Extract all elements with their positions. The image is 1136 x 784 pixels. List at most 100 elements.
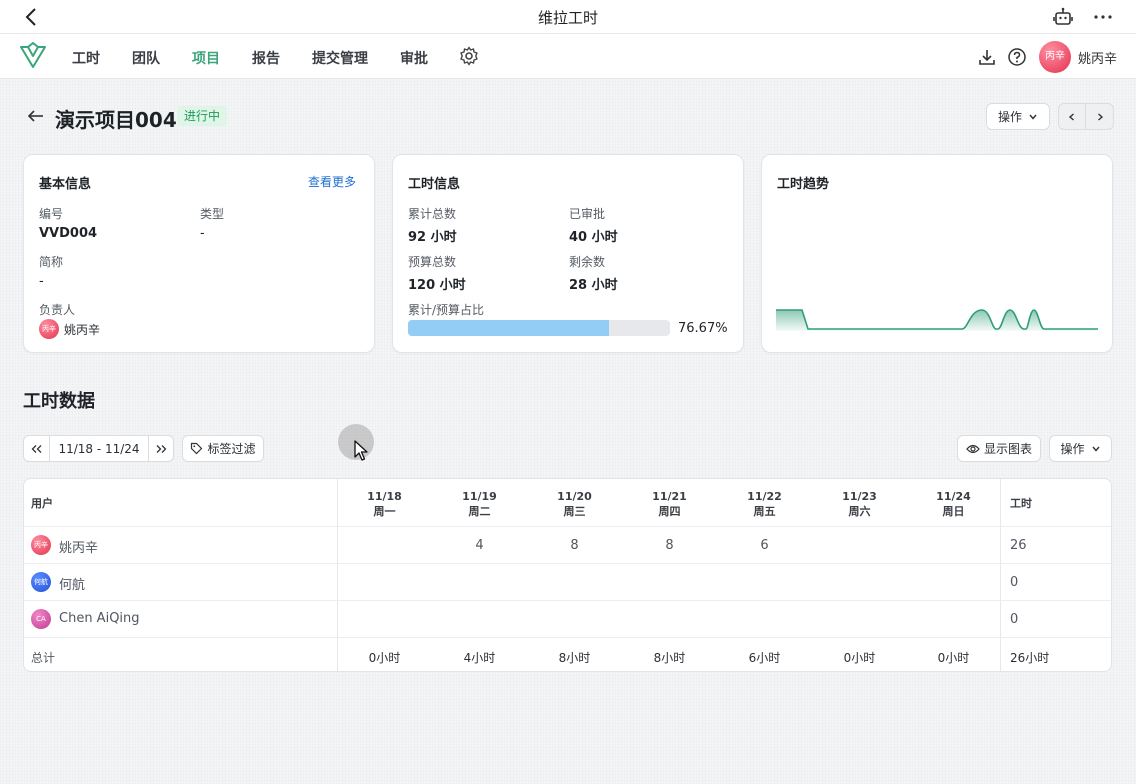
status-badge: 进行中 xyxy=(177,106,228,126)
avatar: 何航 xyxy=(31,572,51,592)
trend-card: 工时趋势 xyxy=(761,154,1113,353)
user-avatar[interactable]: 丙辛 xyxy=(1039,41,1071,73)
settings-gear-icon[interactable] xyxy=(459,46,479,66)
day-header-sat[interactable]: 11/23 周六 xyxy=(812,489,907,519)
next-project-button[interactable] xyxy=(1086,104,1113,129)
nav-item-submissions[interactable]: 提交管理 xyxy=(312,48,368,68)
day-total: 4小时 xyxy=(463,651,496,665)
day-header-sun[interactable]: 11/24 周日 xyxy=(907,489,1000,519)
totals-label: 总计 xyxy=(31,651,56,665)
nav-item-projects[interactable]: 项目 xyxy=(192,48,220,68)
project-title: 演示项目004 xyxy=(55,108,177,132)
nav-item-team[interactable]: 团队 xyxy=(132,48,160,68)
day-total: 0小时 xyxy=(843,651,876,665)
approved-hours-label: 已审批 xyxy=(569,207,606,221)
budget-progress-fill xyxy=(408,320,609,336)
tag-icon xyxy=(191,442,203,455)
hours-cell[interactable]: 8 xyxy=(622,538,717,553)
next-week-button[interactable] xyxy=(148,436,173,461)
hours-cell[interactable]: 8 xyxy=(527,538,622,553)
nav-item-reports[interactable]: 报告 xyxy=(252,48,280,68)
code-value: VVD004 xyxy=(39,226,98,241)
day-date: 11/21 xyxy=(652,490,687,503)
logo-icon[interactable] xyxy=(19,42,47,70)
user-name[interactable]: 姚丙辛 xyxy=(1078,48,1117,67)
avatar: CA xyxy=(31,609,51,629)
day-weekday: 周日 xyxy=(942,505,965,518)
app-title: 维拉工时 xyxy=(537,9,598,27)
more-icon[interactable] xyxy=(1092,6,1114,28)
day-date: 11/18 xyxy=(367,490,402,503)
ratio-label: 累计/预算占比 xyxy=(408,303,485,317)
row-total: 0 xyxy=(1010,575,1019,590)
row-user-name[interactable]: 姚丙辛 xyxy=(59,537,98,556)
day-total: 0小时 xyxy=(937,651,970,665)
hours-cell[interactable]: 6 xyxy=(717,538,812,553)
trend-sparkline xyxy=(776,309,1098,331)
project-action-button[interactable]: 操作 xyxy=(986,103,1050,130)
budget-hours-value: 120 小时 xyxy=(408,278,466,293)
action-button-label: 操作 xyxy=(997,110,1022,124)
row-user-name[interactable]: 何航 xyxy=(59,574,85,593)
nav-item-hours[interactable]: 工时 xyxy=(72,48,100,68)
owner-label: 负责人 xyxy=(39,303,76,317)
view-more-link[interactable]: 查看更多 xyxy=(308,173,356,190)
eye-icon xyxy=(966,444,980,453)
back-arrow-icon[interactable] xyxy=(27,107,45,125)
total-hours-value: 92 小时 xyxy=(408,230,457,245)
tag-filter-button[interactable]: 标签过滤 xyxy=(182,435,264,462)
hours-info-title: 工时信息 xyxy=(408,177,461,192)
owner-name: 姚丙辛 xyxy=(64,323,101,337)
approved-hours-value: 40 小时 xyxy=(569,230,618,245)
timesheet-action-button[interactable]: 操作 xyxy=(1049,435,1112,462)
mouse-pointer-icon xyxy=(354,440,368,461)
remaining-hours-value: 28 小时 xyxy=(569,278,618,293)
row-user-name[interactable]: Chen AiQing xyxy=(59,611,140,626)
previous-project-button[interactable] xyxy=(1059,104,1086,129)
short-name-label: 简称 xyxy=(39,255,64,269)
basic-info-card: 基本信息 查看更多 编号 VVD004 类型 - 简称 - 负责人 丙辛 姚丙辛 xyxy=(23,154,375,353)
type-value: - xyxy=(200,226,205,241)
ratio-value: 76.67% xyxy=(678,321,728,336)
day-header-fri[interactable]: 11/22 周五 xyxy=(717,489,812,519)
day-date: 11/19 xyxy=(462,490,497,503)
nav-item-approval[interactable]: 审批 xyxy=(400,48,428,68)
help-icon[interactable] xyxy=(1007,47,1027,67)
total-column-header: 工时 xyxy=(1010,497,1032,510)
robot-icon[interactable] xyxy=(1052,6,1074,28)
day-header-wed[interactable]: 11/20 周三 xyxy=(527,489,622,519)
grand-total: 26小时 xyxy=(1010,651,1050,665)
date-range-nav: 11/18 - 11/24 xyxy=(23,435,174,462)
row-divider xyxy=(24,563,1111,564)
hours-cell[interactable]: 4 xyxy=(432,538,527,553)
day-total: 8小时 xyxy=(558,651,591,665)
day-header-tue[interactable]: 11/19 周二 xyxy=(432,489,527,519)
day-date: 11/24 xyxy=(936,490,971,503)
day-date: 11/22 xyxy=(747,490,782,503)
type-label: 类型 xyxy=(200,207,225,221)
day-total: 0小时 xyxy=(368,651,401,665)
row-total: 26 xyxy=(1010,538,1027,553)
basic-info-title: 基本信息 xyxy=(39,177,92,192)
day-weekday: 周二 xyxy=(468,505,491,518)
show-chart-button[interactable]: 显示图表 xyxy=(957,435,1041,462)
trend-title: 工时趋势 xyxy=(777,177,830,192)
date-range-label[interactable]: 11/18 - 11/24 xyxy=(50,436,148,461)
pager-group xyxy=(1058,103,1114,130)
day-date: 11/20 xyxy=(557,490,592,503)
day-header-thu[interactable]: 11/21 周四 xyxy=(622,489,717,519)
tag-filter-label: 标签过滤 xyxy=(207,442,256,456)
day-date: 11/23 xyxy=(842,490,877,503)
day-weekday: 周四 xyxy=(658,505,681,518)
double-chevron-left-icon xyxy=(31,444,41,453)
chevron-down-icon xyxy=(1091,446,1100,452)
download-icon[interactable] xyxy=(977,47,997,67)
chevron-left-icon xyxy=(1068,112,1074,121)
chevron-down-icon xyxy=(1029,114,1037,120)
day-header-mon[interactable]: 11/18 周一 xyxy=(337,489,432,519)
previous-week-button[interactable] xyxy=(24,436,50,461)
row-divider xyxy=(24,637,1111,638)
row-total: 0 xyxy=(1010,612,1019,627)
row-divider xyxy=(24,600,1111,601)
short-name-value: - xyxy=(39,274,44,289)
